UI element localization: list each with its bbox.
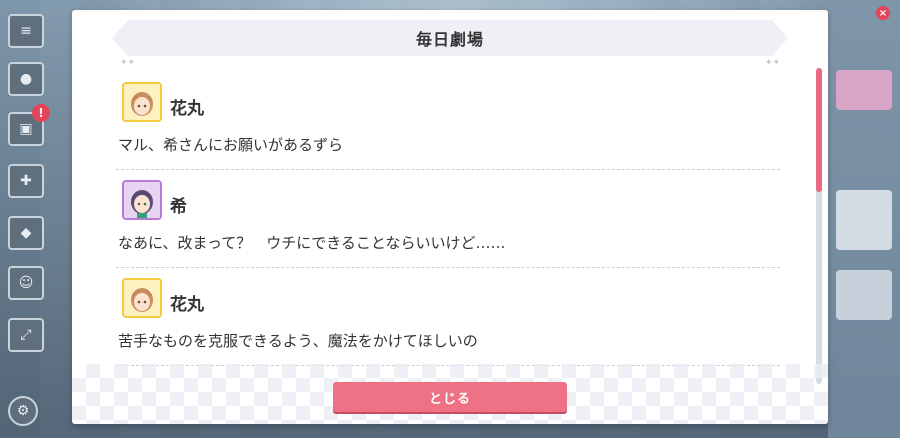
log-entry: 花丸 マル、希さんにお願いがあるずら	[116, 72, 780, 170]
speaker-name: 花丸	[170, 99, 204, 119]
nozomi-avatar	[122, 180, 162, 220]
dialogue-line: なあに、改まって？ ウチにできることならいいけど……	[118, 234, 506, 252]
notification-badge: !	[32, 104, 50, 122]
dialog-title: 毎日劇場	[415, 30, 484, 49]
fullscreen-icon[interactable]: ⤢	[8, 318, 44, 352]
log-scrollbar[interactable]	[816, 68, 822, 384]
dialog-title-bar: 毎日劇場	[112, 20, 788, 56]
dialogue-line: 苦手なものを克服できるよう、魔法をかけてほしいの	[118, 332, 478, 350]
character-icon[interactable]: ☺	[8, 266, 44, 300]
close-button[interactable]: とじる	[333, 382, 567, 412]
speaker-name: 花丸	[170, 295, 204, 315]
dialogue-log[interactable]: 花丸 マル、希さんにお願いがあるずら 希 なあに、改まって？ ウチにできることな…	[116, 72, 780, 382]
live-banner	[836, 270, 892, 320]
log-entry: 希 なあに、改まって？ ウチにできることならいいけど……	[116, 170, 780, 268]
daily-theater-dialog: 毎日劇場 ✦✦ ✦✦ 花丸 マル、希さんにお願いがあるずら 希 なあに、改まって…	[72, 10, 828, 424]
event-banner	[836, 70, 892, 110]
chat-icon[interactable]: ●	[8, 62, 44, 96]
scrollbar-thumb[interactable]	[816, 68, 822, 192]
gem-icon[interactable]: ◆	[8, 216, 44, 250]
sparkle-icon: ✦✦	[120, 58, 136, 68]
stage-banner	[836, 190, 892, 250]
settings-icon[interactable]: ⚙	[8, 396, 38, 426]
dialogue-line: マル、希さんにお願いがあるずら	[118, 136, 344, 154]
sparkle-icon: ✦✦	[764, 58, 780, 68]
gift-icon[interactable]: ✚	[8, 164, 44, 198]
hanamaru-avatar	[122, 82, 162, 122]
close-badge-icon: ×	[876, 6, 890, 20]
hanamaru-avatar	[122, 278, 162, 318]
speaker-name: 希	[170, 197, 187, 217]
menu-icon[interactable]: ≡	[8, 14, 44, 48]
log-entry: 花丸 苦手なものを克服できるよう、魔法をかけてほしいの	[116, 268, 780, 366]
